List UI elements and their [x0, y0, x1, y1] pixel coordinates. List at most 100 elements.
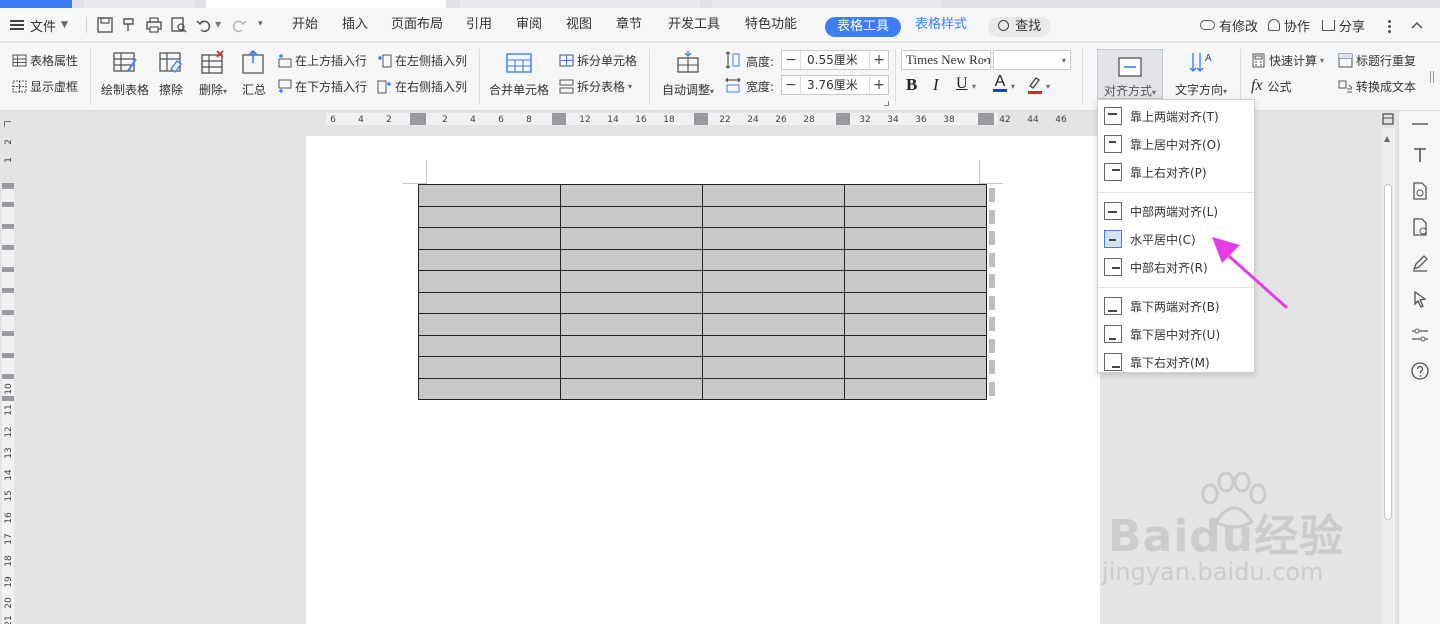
- table-cell[interactable]: [844, 184, 987, 207]
- window-tab-active[interactable]: [206, 0, 446, 8]
- tab-review[interactable]: 审阅: [510, 8, 548, 42]
- table-cell[interactable]: [844, 270, 987, 293]
- align-option-top-center[interactable]: 靠上居中对齐(O): [1098, 131, 1254, 157]
- chevron-down-icon[interactable]: ▾: [972, 82, 976, 91]
- width-stepper[interactable]: − 3.76厘米 +: [781, 75, 889, 95]
- chevron-down-icon[interactable]: ▾: [1011, 82, 1015, 91]
- split-cells-button[interactable]: 拆分单元格: [559, 52, 637, 69]
- collaborate-button[interactable]: 协作: [1268, 8, 1310, 42]
- insert-row-above-button[interactable]: 在上方插入行: [277, 52, 367, 69]
- view-toggle-icon[interactable]: [1382, 113, 1394, 125]
- tab-references[interactable]: 引用: [460, 8, 498, 42]
- table-cell[interactable]: [844, 334, 987, 357]
- split-table-button[interactable]: 拆分表格 ▾: [559, 78, 632, 95]
- table-cell[interactable]: [560, 205, 703, 228]
- insert-col-right-button[interactable]: 在右侧插入列: [377, 78, 467, 95]
- tab-section[interactable]: 章节: [610, 8, 648, 42]
- print-icon[interactable]: [145, 16, 163, 34]
- formula-button[interactable]: fx 公式: [1251, 77, 1292, 95]
- print-preview-icon[interactable]: [170, 16, 188, 34]
- align-option-middle-justify[interactable]: 中部两端对齐(L): [1098, 198, 1254, 224]
- underline-button[interactable]: U: [956, 75, 968, 93]
- save-icon[interactable]: [96, 16, 114, 34]
- collapse-ribbon-icon[interactable]: [1410, 19, 1424, 31]
- format-painter-icon[interactable]: [120, 16, 138, 34]
- table-cell[interactable]: [418, 205, 561, 228]
- width-increase-button[interactable]: +: [870, 77, 888, 93]
- ribbon-scroll-handle[interactable]: [1430, 71, 1434, 83]
- italic-button[interactable]: I: [933, 75, 939, 95]
- table-cell[interactable]: [418, 334, 561, 357]
- merge-cells-button[interactable]: 合并单元格: [488, 49, 550, 98]
- chevron-down-icon[interactable]: ▾: [983, 56, 988, 65]
- table-cell[interactable]: [418, 184, 561, 207]
- table-cell[interactable]: [844, 356, 987, 379]
- insert-col-left-button[interactable]: 在左侧插入列: [377, 52, 467, 69]
- quick-calc-button[interactable]: 快速计算 ▾: [1251, 52, 1324, 69]
- text-style-icon[interactable]: [1410, 145, 1430, 165]
- table-cell[interactable]: [560, 334, 703, 357]
- cursor-icon[interactable]: [1410, 289, 1430, 309]
- table-cell[interactable]: [844, 313, 987, 336]
- align-option-top-justify[interactable]: 靠上两端对齐(T): [1098, 103, 1254, 129]
- window-tab[interactable]: [0, 0, 72, 8]
- width-decrease-button[interactable]: −: [782, 77, 800, 93]
- dialog-launcher-icon[interactable]: [884, 101, 889, 106]
- window-tab[interactable]: [460, 0, 700, 8]
- table-cell[interactable]: [844, 291, 987, 314]
- tab-insert[interactable]: 插入: [336, 8, 374, 42]
- table-cell[interactable]: [702, 334, 845, 357]
- chevron-down-icon[interactable]: ▾: [1046, 82, 1050, 91]
- width-input[interactable]: 3.76厘米: [800, 76, 870, 94]
- table-cell[interactable]: [418, 248, 561, 271]
- height-increase-button[interactable]: +: [870, 52, 888, 68]
- customize-toolbar-icon[interactable]: ▾: [258, 19, 263, 29]
- highlight-icon[interactable]: [1026, 75, 1044, 95]
- pen-icon[interactable]: [1410, 253, 1430, 273]
- table-cell[interactable]: [702, 313, 845, 336]
- table-cell[interactable]: [418, 356, 561, 379]
- table-cell[interactable]: [560, 227, 703, 250]
- delete-button[interactable]: 删除▾: [196, 49, 230, 98]
- table-cell[interactable]: [702, 205, 845, 228]
- height-input[interactable]: 0.55厘米: [800, 51, 870, 69]
- insert-row-below-button[interactable]: 在下方插入行: [277, 78, 367, 95]
- font-name-select[interactable]: Times New Roman: [901, 50, 991, 70]
- height-stepper[interactable]: − 0.55厘米 +: [781, 50, 889, 70]
- tab-table-tools[interactable]: 表格工具: [825, 17, 902, 37]
- table-cell[interactable]: [418, 291, 561, 314]
- align-option-bottom-right[interactable]: 靠下右对齐(M): [1098, 349, 1254, 375]
- erase-button[interactable]: 擦除: [156, 49, 186, 98]
- tab-table-style[interactable]: 表格样式: [912, 8, 970, 42]
- modified-indicator[interactable]: 有修改: [1200, 8, 1258, 42]
- align-button[interactable]: 对齐方式▾: [1097, 49, 1163, 99]
- table-cell[interactable]: [702, 248, 845, 271]
- convert-to-text-button[interactable]: 转换成文本: [1338, 78, 1416, 95]
- tab-home[interactable]: 开始: [286, 8, 324, 42]
- draw-table-button[interactable]: 绘制表格: [99, 49, 151, 98]
- tab-page-layout[interactable]: 页面布局: [388, 8, 446, 42]
- chevron-down-icon[interactable]: ▾: [1062, 56, 1066, 65]
- redo-icon[interactable]: [230, 16, 248, 34]
- table-cell[interactable]: [560, 291, 703, 314]
- summary-button[interactable]: 汇总: [240, 49, 268, 98]
- chevron-down-icon[interactable]: ▼: [215, 20, 221, 29]
- auto-fit-button[interactable]: 自动调整▾: [658, 49, 718, 98]
- table-cell[interactable]: [418, 227, 561, 250]
- share-button[interactable]: 分享: [1322, 8, 1365, 42]
- bold-button[interactable]: B: [906, 75, 917, 95]
- search-box[interactable]: 查找: [988, 17, 1052, 37]
- table-cell[interactable]: [844, 227, 987, 250]
- table-cell[interactable]: [418, 377, 561, 400]
- table-cell[interactable]: [844, 248, 987, 271]
- table-cell[interactable]: [560, 313, 703, 336]
- table-cell[interactable]: [560, 270, 703, 293]
- show-grid-button[interactable]: 显示虚框: [12, 78, 78, 95]
- tab-features[interactable]: 特色功能: [742, 8, 800, 42]
- more-options-icon[interactable]: [1388, 20, 1391, 33]
- tab-developer[interactable]: 开发工具: [664, 8, 724, 42]
- table-cell[interactable]: [560, 184, 703, 207]
- table-cell[interactable]: [560, 356, 703, 379]
- table-cell[interactable]: [702, 270, 845, 293]
- height-decrease-button[interactable]: −: [782, 52, 800, 68]
